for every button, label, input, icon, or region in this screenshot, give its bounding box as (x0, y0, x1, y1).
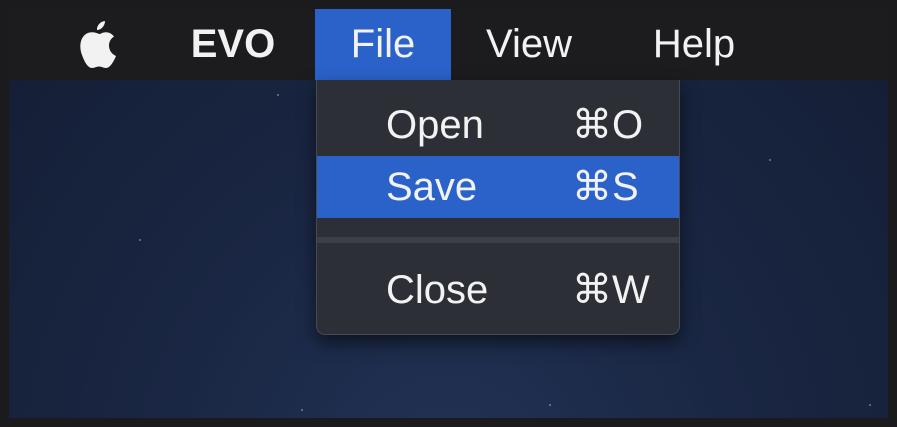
star (769, 159, 771, 161)
star (301, 409, 303, 411)
view-menu[interactable]: View (474, 9, 584, 80)
star (549, 404, 551, 406)
menu-bar: EVO File View Help (9, 9, 888, 80)
apple-icon-glyph (80, 21, 116, 68)
keyboard-shortcut: ⌘W (572, 268, 650, 312)
help-menu[interactable]: Help (639, 9, 749, 80)
menu-item-label: Open (386, 103, 484, 147)
menu-item-label: Close (386, 268, 489, 312)
file-dropdown-menu: Open ⌘O Save ⌘S Close ⌘W (316, 80, 680, 335)
screen: EVO File View Help Open ⌘O Save ⌘S Close… (9, 9, 888, 418)
keyboard-shortcut: ⌘S (572, 165, 639, 209)
menu-item-save[interactable]: Save ⌘S (317, 156, 679, 218)
apple-icon[interactable] (75, 19, 123, 71)
star (277, 94, 279, 96)
star (869, 404, 871, 406)
keyboard-shortcut: ⌘O (572, 103, 644, 147)
star (139, 239, 141, 241)
menu-item-close[interactable]: Close ⌘W (317, 259, 679, 321)
menu-item-open[interactable]: Open ⌘O (317, 94, 679, 156)
menu-separator (317, 237, 679, 243)
file-menu[interactable]: File (315, 9, 451, 80)
app-name-menu[interactable]: EVO (181, 9, 285, 80)
menu-item-label: Save (386, 165, 478, 209)
